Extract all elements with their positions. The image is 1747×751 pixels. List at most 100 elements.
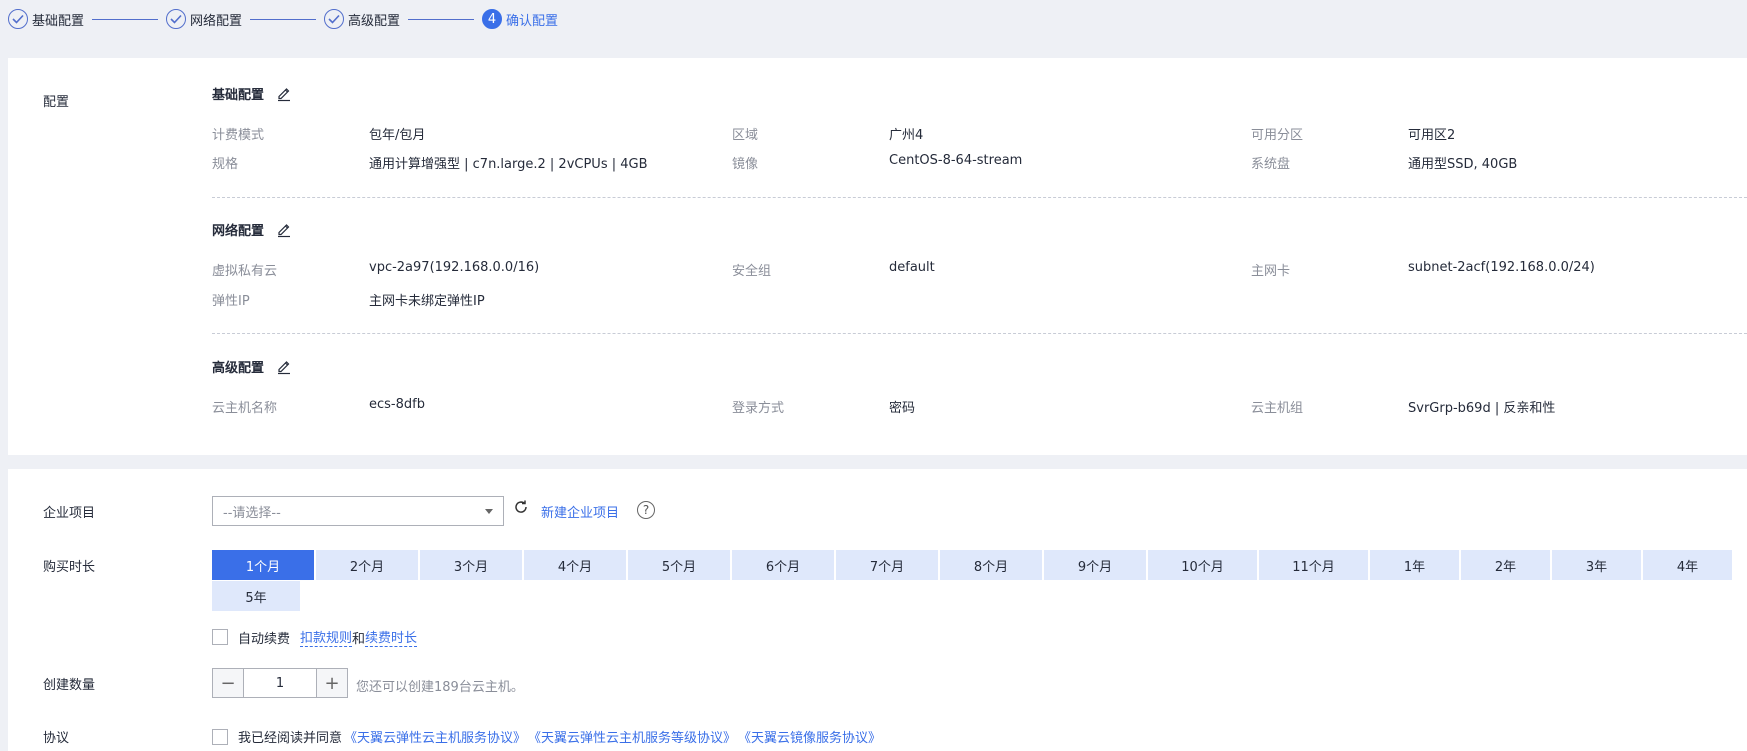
question-circle-icon[interactable]: ? xyxy=(637,501,655,519)
auto-renew-row: 自动续费 扣款规则 和 续费时长 xyxy=(212,627,418,647)
duration-option[interactable]: 3个月 xyxy=(420,550,522,580)
steps-bar: 基础配置 网络配置 高级配置 4 确认配置 xyxy=(8,8,558,30)
field-value: 包年/包月 xyxy=(369,128,426,143)
field-key: 登录方式 xyxy=(732,401,785,416)
field-key: 虚拟私有云 xyxy=(212,264,278,279)
step-connector xyxy=(92,18,159,20)
check-circle-icon xyxy=(166,9,187,29)
field-key: 可用分区 xyxy=(1251,128,1304,143)
pencil-icon[interactable] xyxy=(276,86,292,102)
purchase-form-panel: 企业项目 --请选择-- 新建企业项目 ? 购买时长 1个月 2个月 3个月 4… xyxy=(8,469,1747,751)
step-advanced: 高级配置 xyxy=(324,9,400,29)
plus-icon[interactable]: + xyxy=(317,669,347,697)
step-label: 网络配置 xyxy=(190,13,243,29)
quantity-hint: 您还可以创建189台云主机。 xyxy=(356,680,524,695)
step-number: 4 xyxy=(482,9,503,29)
duration-option[interactable]: 7个月 xyxy=(836,550,938,580)
duration-option[interactable]: 1年 xyxy=(1370,550,1459,580)
step-label: 确认配置 xyxy=(506,13,559,29)
duration-option[interactable]: 2个月 xyxy=(316,550,418,580)
section-title-text: 网络配置 xyxy=(212,224,265,239)
duration-option[interactable]: 4个月 xyxy=(524,550,626,580)
agreement-row: 我已经阅读并同意 《天翼云弹性云主机服务协议》 《天翼云弹性云主机服务等级协议》… xyxy=(212,727,881,746)
duration-option[interactable]: 1个月 xyxy=(212,550,314,580)
duration-option[interactable]: 6个月 xyxy=(732,550,834,580)
agreement-text: 我已经阅读并同意 xyxy=(238,731,343,746)
agreement-link[interactable]: 《天翼云镜像服务协议》 xyxy=(738,727,881,746)
network-config-title: 网络配置 xyxy=(212,220,292,239)
section-divider xyxy=(212,333,1747,334)
refresh-icon[interactable] xyxy=(513,499,529,519)
step-connector xyxy=(250,18,317,20)
field-key: 云主机名称 xyxy=(212,401,278,416)
step-basic: 基础配置 xyxy=(8,9,84,29)
auto-renew-checkbox[interactable] xyxy=(212,629,228,645)
field-value: ecs-8dfb xyxy=(369,397,425,412)
step-connector xyxy=(408,18,475,20)
new-enterprise-project-link[interactable]: 新建企业项目 xyxy=(541,502,619,521)
field-key: 弹性IP xyxy=(212,294,250,309)
auto-renew-label: 自动续费 xyxy=(238,631,291,647)
agreement-checkbox[interactable] xyxy=(212,728,228,745)
step-network: 网络配置 xyxy=(166,9,242,29)
pencil-icon[interactable] xyxy=(276,359,292,375)
field-value: 可用区2 xyxy=(1408,128,1456,143)
section-title-text: 基础配置 xyxy=(212,88,265,103)
field-key: 主网卡 xyxy=(1251,264,1291,279)
duration-option[interactable]: 11个月 xyxy=(1259,550,1368,580)
renew-duration-link[interactable]: 续费时长 xyxy=(365,627,418,647)
check-circle-icon xyxy=(8,9,28,29)
agreement-link[interactable]: 《天翼云弹性云主机服务协议》 xyxy=(344,727,526,746)
field-value: vpc-2a97(192.168.0.0/16) xyxy=(369,260,540,275)
basic-row-1: 计费模式 包年/包月 区域 广州4 可用分区 可用区2 xyxy=(212,124,1747,144)
step-confirm: 4 确认配置 xyxy=(482,9,558,29)
pencil-icon[interactable] xyxy=(276,222,292,238)
caret-down-icon xyxy=(485,509,493,514)
field-value: 广州4 xyxy=(889,128,924,143)
agreement-label: 协议 xyxy=(43,731,70,746)
field-value: default xyxy=(889,260,935,275)
duration-option[interactable]: 3年 xyxy=(1552,550,1641,580)
field-value: 密码 xyxy=(889,401,916,416)
step-label: 基础配置 xyxy=(32,13,85,29)
basic-row-2: 规格 通用计算增强型 | c7n.large.2 | 2vCPUs | 4GB … xyxy=(212,153,1747,173)
minus-icon[interactable]: − xyxy=(213,669,243,697)
deduct-rules-link[interactable]: 扣款规则 xyxy=(300,627,353,647)
quantity-label: 创建数量 xyxy=(43,678,96,693)
field-key: 镜像 xyxy=(732,157,759,172)
duration-option[interactable]: 5个月 xyxy=(628,550,730,580)
field-key: 区域 xyxy=(732,128,759,143)
quantity-stepper: − 1 + xyxy=(212,668,348,698)
duration-option[interactable]: 10个月 xyxy=(1148,550,1257,580)
duration-label: 购买时长 xyxy=(43,560,96,575)
advanced-config-title: 高级配置 xyxy=(212,357,292,376)
basic-config-title: 基础配置 xyxy=(212,84,292,103)
field-key: 计费模式 xyxy=(212,128,265,143)
duration-option[interactable]: 8个月 xyxy=(940,550,1042,580)
network-row-1: 虚拟私有云 vpc-2a97(192.168.0.0/16) 安全组 defau… xyxy=(212,260,1747,280)
duration-option[interactable]: 4年 xyxy=(1643,550,1732,580)
network-row-2: 弹性IP 主网卡未绑定弹性IP xyxy=(212,290,1747,310)
select-placeholder: --请选择-- xyxy=(223,505,281,521)
quantity-input[interactable]: 1 xyxy=(243,669,317,697)
field-key: 规格 xyxy=(212,157,239,172)
field-key: 云主机组 xyxy=(1251,401,1304,416)
config-summary-panel: 配置 基础配置 计费模式 包年/包月 区域 广州4 可用分区 可用区2 规格 通… xyxy=(8,58,1747,455)
field-value: SvrGrp-b69d | 反亲和性 xyxy=(1408,401,1556,416)
field-value: 通用计算增强型 | c7n.large.2 | 2vCPUs | 4GB xyxy=(369,157,648,172)
field-value: 主网卡未绑定弹性IP xyxy=(369,294,485,309)
field-value: CentOS-8-64-stream xyxy=(889,153,1023,168)
duration-option[interactable]: 2年 xyxy=(1461,550,1550,580)
duration-option[interactable]: 9个月 xyxy=(1044,550,1146,580)
config-side-label: 配置 xyxy=(43,95,70,110)
field-key: 安全组 xyxy=(732,264,772,279)
step-label: 高级配置 xyxy=(348,13,401,29)
check-circle-icon xyxy=(324,9,345,29)
agreement-link[interactable]: 《天翼云弹性云主机服务等级协议》 xyxy=(528,727,736,746)
field-value: 通用型SSD, 40GB xyxy=(1408,157,1518,172)
section-title-text: 高级配置 xyxy=(212,361,265,376)
and-text: 和 xyxy=(352,631,366,647)
duration-option[interactable]: 5年 xyxy=(212,581,300,611)
advanced-row-1: 云主机名称 ecs-8dfb 登录方式 密码 云主机组 SvrGrp-b69d … xyxy=(212,397,1747,417)
enterprise-project-select[interactable]: --请选择-- xyxy=(212,496,504,526)
